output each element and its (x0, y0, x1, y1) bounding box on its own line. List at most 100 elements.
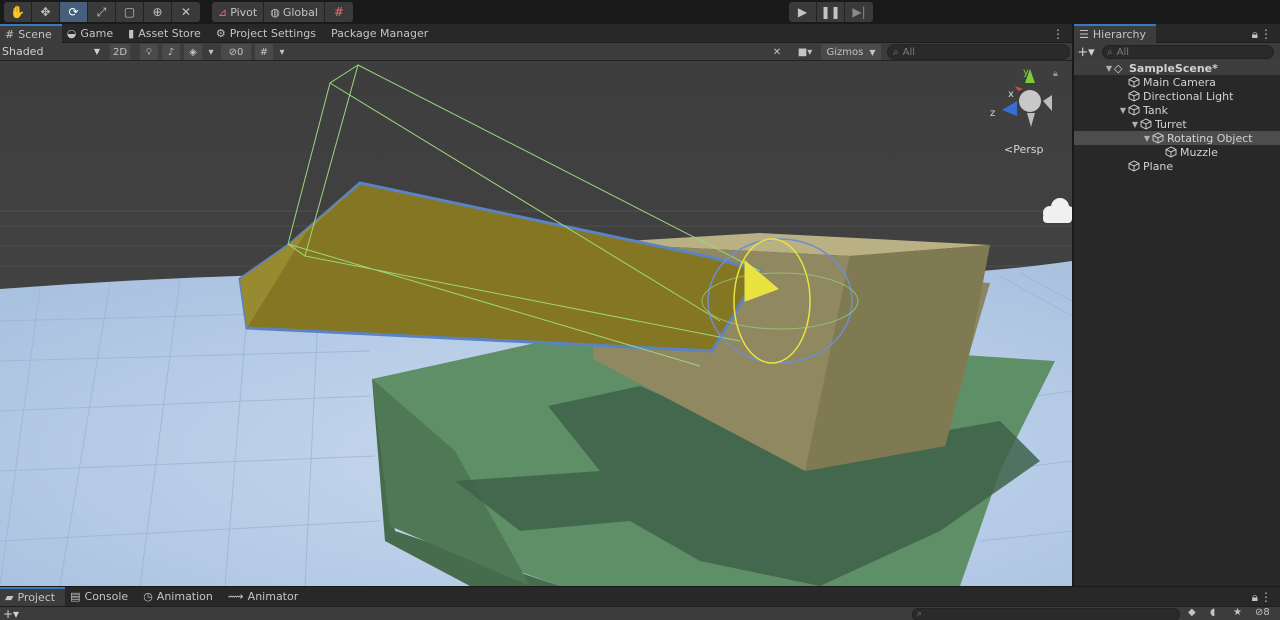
rotate-tool-icon[interactable]: ⟳ (60, 2, 88, 22)
chevron-down-icon[interactable]: ▼ (1104, 64, 1114, 73)
tree-item-turret[interactable]: ▼ Turret (1074, 117, 1280, 131)
handle-toggles: ⊿ Pivot ◍ Global # (212, 2, 353, 22)
tab-console-label: Console (84, 590, 129, 603)
pause-icon[interactable]: ❚❚ (817, 2, 845, 22)
panel-menu-icon[interactable]: ⋮ (1052, 27, 1064, 41)
chevron-down-icon[interactable]: ▼ (1142, 134, 1152, 143)
tab-console[interactable]: ▤ Console (65, 587, 138, 606)
custom-editor-tool-icon[interactable]: ✕ (172, 2, 200, 22)
tab-package-manager[interactable]: Package Manager (326, 24, 438, 43)
tree-item-samplescene[interactable]: ▼ ◇ SampleScene* (1074, 61, 1280, 75)
pivot-toggle[interactable]: ⊿ Pivot (212, 2, 265, 22)
tab-asset-store[interactable]: ▮ Asset Store (123, 24, 211, 43)
scene-viewport[interactable]: y x z <Persp 🔒︎ (0, 61, 1072, 586)
draw-mode-dropdown[interactable]: Shaded ▼ (0, 43, 104, 60)
add-object-button[interactable]: +▾ (1074, 45, 1098, 60)
filter-label-icon[interactable]: ◖ (1210, 607, 1215, 618)
tab-animation[interactable]: ◷ Animation (138, 587, 223, 606)
play-controls: ▶ ❚❚ ▶| (789, 2, 873, 22)
grid-icon: # (5, 27, 15, 41)
step-icon[interactable]: ▶| (845, 2, 873, 22)
globe-icon: ◍ (270, 5, 280, 19)
scene-render: y x z (0, 61, 1072, 586)
lock-icon[interactable]: 🔒︎ (1252, 590, 1258, 605)
tree-item-directional-light[interactable]: Directional Light (1074, 89, 1280, 103)
tree-item-label: Plane (1143, 159, 1174, 173)
gizmos-dropdown[interactable]: Gizmos ▼ (821, 44, 881, 60)
tab-hierarchy[interactable]: ☰ Hierarchy (1074, 23, 1157, 43)
hierarchy-search-placeholder: All (1116, 46, 1130, 58)
panel-menu-icon[interactable]: ⋮ (1260, 27, 1272, 41)
tab-scene[interactable]: # Scene (0, 23, 62, 43)
scene-view-toolbar: Shaded ▼ 2D 💡︎ ♪ ◈ ▾ ⊘ 0 # ▾ ✕ ■▾ Gizmos… (0, 43, 1072, 61)
chevron-down-icon: ▼ (93, 47, 100, 56)
chevron-down-icon[interactable]: ▼ (1130, 120, 1140, 129)
main-toolbar: ✋ ✥ ⟳ ⤢ ▢ ⊕ ✕ ⊿ Pivot ◍ Global # ▶ ❚❚ ▶| (0, 0, 1280, 24)
animator-icon: ⟿ (227, 590, 244, 603)
audio-toggle-icon[interactable]: ♪ (162, 44, 180, 60)
tab-game[interactable]: ◒ Game (62, 24, 123, 43)
hierarchy-search-input[interactable]: ⌕ All (1102, 45, 1274, 59)
mode-2d-label: 2D (112, 46, 128, 58)
create-asset-button[interactable]: +▾ (3, 607, 19, 620)
list-icon: ☰ (1079, 27, 1089, 41)
gameobject-icon (1165, 146, 1177, 158)
tab-animator[interactable]: ⟿ Animator (223, 587, 308, 606)
tree-item-tank[interactable]: ▼ Tank (1074, 103, 1280, 117)
rect-tool-icon[interactable]: ▢ (116, 2, 144, 22)
pivot-label: Pivot (230, 5, 258, 19)
hierarchy-tree: ▼ ◇ SampleScene* Main Camera Directional… (1074, 61, 1280, 173)
camera-settings-icon[interactable]: ■▾ (791, 44, 819, 60)
scale-tool-icon[interactable]: ⤢ (88, 2, 116, 22)
grid-visibility-icon[interactable]: # (255, 44, 273, 60)
project-search-input[interactable]: ⌕ (912, 608, 1180, 620)
move-tool-icon[interactable]: ✥ (32, 2, 60, 22)
tree-item-label: Turret (1155, 117, 1187, 131)
global-toggle[interactable]: ◍ Global (264, 2, 325, 22)
filter-type-icon[interactable]: ◆ (1188, 607, 1196, 618)
lock-icon[interactable]: 🔒︎ (1053, 69, 1058, 79)
grid-dropdown-icon[interactable]: ▾ (276, 44, 288, 60)
tree-item-label: Tank (1143, 103, 1168, 117)
gameobject-icon (1128, 90, 1140, 102)
transform-tools: ✋ ✥ ⟳ ⤢ ▢ ⊕ ✕ (4, 2, 200, 22)
hand-tool-icon[interactable]: ✋ (4, 2, 32, 22)
hierarchy-panel: ☰ Hierarchy 🔒︎ ⋮ +▾ ⌕ All ▼ ◇ SampleScen… (1074, 23, 1280, 586)
tab-animator-label: Animator (247, 590, 299, 603)
scene-search-input[interactable]: ⌕ All (887, 44, 1070, 60)
gameobject-icon (1152, 132, 1164, 144)
tab-animation-label: Animation (156, 590, 213, 603)
play-icon[interactable]: ▶ (789, 2, 817, 22)
lighting-toggle-icon[interactable]: 💡︎ (140, 44, 158, 60)
tab-asset-store-label: Asset Store (138, 26, 201, 40)
lock-icon[interactable]: 🔒︎ (1252, 27, 1258, 42)
hidden-objects-toggle[interactable]: ⊘ 0 (221, 44, 251, 60)
transform-tool-icon[interactable]: ⊕ (144, 2, 172, 22)
console-icon: ▤ (70, 590, 81, 603)
tree-item-plane[interactable]: Plane (1074, 159, 1280, 173)
chevron-down-icon[interactable]: ▼ (1118, 106, 1128, 115)
chevron-down-icon: ▼ (869, 47, 876, 57)
hidden-count: 0 (237, 46, 244, 58)
axis-x-label: x (1008, 89, 1014, 100)
tools-icon[interactable]: ✕ (768, 44, 786, 60)
effects-toggle-icon[interactable]: ◈ (184, 44, 202, 60)
axis-y-label: y (1023, 67, 1029, 78)
tree-item-label: Muzzle (1180, 145, 1218, 159)
axis-z-label: z (990, 108, 995, 119)
tree-item-muzzle[interactable]: Muzzle (1074, 145, 1280, 159)
tree-item-rotating-object[interactable]: ▼ Rotating Object (1074, 131, 1280, 145)
bottom-panel: ▰ Project ▤ Console ◷ Animation ⟿ Animat… (0, 586, 1280, 620)
panel-menu-icon[interactable]: ⋮ (1260, 590, 1272, 604)
tab-project-settings[interactable]: ⚙ Project Settings (211, 24, 326, 43)
grid-snap-icon[interactable]: # (325, 2, 353, 22)
favorite-star-icon[interactable]: ★ (1233, 607, 1242, 618)
tree-item-main-camera[interactable]: Main Camera (1074, 75, 1280, 89)
hierarchy-tabbar: ☰ Hierarchy 🔒︎ ⋮ (1074, 23, 1280, 43)
hidden-packages-toggle[interactable]: ⊘8 (1255, 607, 1270, 618)
effects-dropdown-icon[interactable]: ▾ (205, 44, 217, 60)
tab-project[interactable]: ▰ Project (0, 587, 66, 606)
projection-toggle[interactable]: <Persp (1004, 143, 1043, 156)
mode-2d-toggle[interactable]: 2D (110, 44, 130, 60)
gizmos-label: Gizmos (826, 46, 864, 58)
